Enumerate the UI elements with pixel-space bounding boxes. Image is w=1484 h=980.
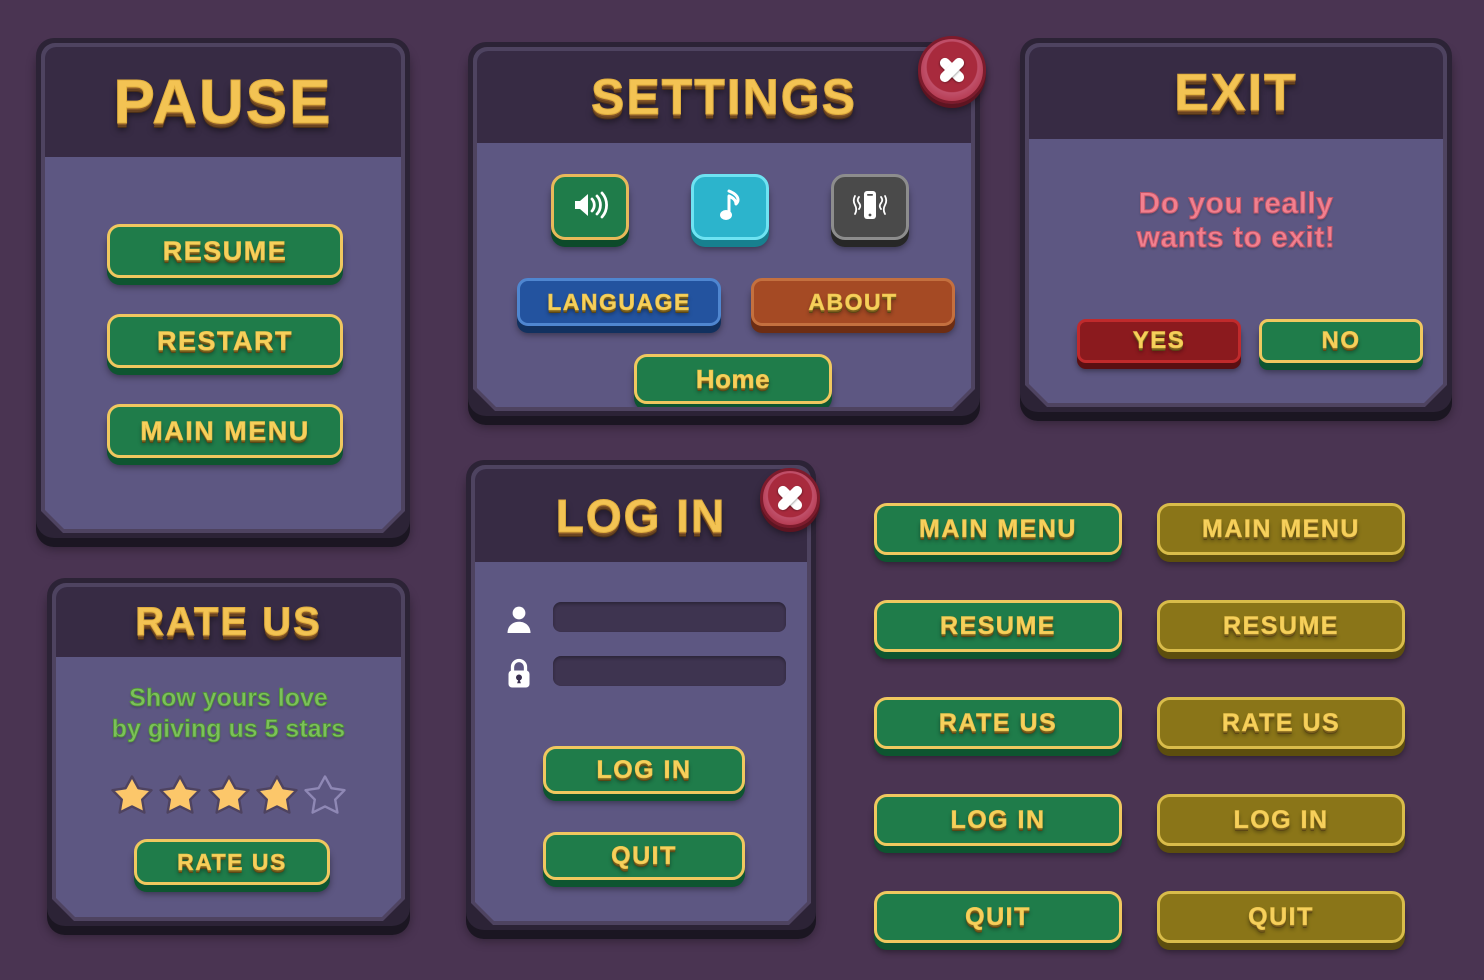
green-main-menu-button[interactable]: MAIN MENU [874,503,1122,555]
password-input[interactable] [553,656,786,686]
button-label: MAIN MENU [140,415,310,446]
panel-inner: RATE US Show yours love by giving us 5 s… [56,587,401,917]
exit-no-button[interactable]: NO [1259,319,1423,363]
pause-restart-button[interactable]: RESTART [107,314,343,368]
login-submit-button[interactable]: LOG IN [543,746,745,794]
button-label: LOG IN [596,755,692,784]
panel-inner: PAUSE RESUME RESTART MAIN MENU [45,47,401,529]
button-label: MAIN MENU [1202,514,1360,543]
settings-panel-body: LANGUAGE ABOUT Home [477,51,971,407]
pause-panel-body: RESUME RESTART MAIN MENU [45,47,401,529]
login-panel-body: LOG IN QUIT [475,469,807,921]
vibrate-toggle-button[interactable] [831,174,909,240]
green-button-column: MAIN MENU RESUME RATE US LOG IN QUIT [874,503,1122,943]
panel-inner: SETTINGS LANGUAGE ABOUT Home [477,51,971,407]
button-label: RESTART [157,325,293,356]
rate-us-button[interactable]: RATE US [134,839,330,885]
green-quit-button[interactable]: QUIT [874,891,1122,943]
rate-us-message-line1: Show yours love [129,684,328,712]
button-label: RATE US [1221,708,1341,737]
rate-us-panel: RATE US Show yours love by giving us 5 s… [47,578,410,926]
music-toggle-button[interactable] [691,174,769,240]
button-label: LANGUAGE [547,288,691,315]
rate-us-message: Show yours love by giving us 5 stars [56,683,401,745]
exit-message: Do you really wants to exit! [1029,187,1443,255]
button-label: RESUME [1223,611,1339,640]
exit-message-line2: wants to exit! [1136,221,1336,254]
pause-main-menu-button[interactable]: MAIN MENU [107,404,343,458]
star-rating[interactable] [56,772,401,821]
settings-close-button[interactable] [918,36,986,104]
lock-icon [502,656,536,690]
button-label: Home [695,363,771,394]
login-panel: LOG IN LOG IN QUIT [466,460,820,930]
green-resume-button[interactable]: RESUME [874,600,1122,652]
username-input[interactable] [553,602,786,632]
button-label: LOG IN [950,805,1046,834]
button-label: YES [1132,327,1186,354]
exit-yes-button[interactable]: YES [1077,319,1241,363]
vibrate-icon [850,188,890,227]
home-button[interactable]: Home [634,354,832,404]
ui-kit-canvas: PAUSE RESUME RESTART MAIN MENU RATE US S… [0,0,1484,980]
button-label: QUIT [1248,902,1314,931]
music-note-icon [717,188,743,227]
language-button[interactable]: LANGUAGE [517,278,721,326]
star-filled-3[interactable] [207,772,251,816]
olive-log-in-button[interactable]: LOG IN [1157,794,1405,846]
button-label: QUIT [611,841,677,870]
user-icon [502,602,536,636]
login-quit-button[interactable]: QUIT [543,832,745,880]
rate-us-panel-body: Show yours love by giving us 5 stars RAT… [56,587,401,917]
button-label: RATE US [177,848,287,875]
panel-inner: EXIT Do you really wants to exit! YES NO [1029,47,1443,403]
star-filled-2[interactable] [158,772,202,816]
star-filled-1[interactable] [110,772,154,816]
settings-panel: SETTINGS LANGUAGE ABOUT Home [468,36,986,416]
button-label: RESUME [162,235,288,266]
button-label: RESUME [940,611,1056,640]
olive-quit-button[interactable]: QUIT [1157,891,1405,943]
button-label: QUIT [965,902,1031,931]
green-log-in-button[interactable]: LOG IN [874,794,1122,846]
button-label: LOG IN [1233,805,1329,834]
exit-message-line1: Do you really [1138,187,1334,220]
button-label: RATE US [938,708,1058,737]
olive-resume-button[interactable]: RESUME [1157,600,1405,652]
star-filled-4[interactable] [255,772,299,816]
olive-main-menu-button[interactable]: MAIN MENU [1157,503,1405,555]
pause-resume-button[interactable]: RESUME [107,224,343,278]
olive-button-column: MAIN MENU RESUME RATE US LOG IN QUIT [1157,503,1405,943]
button-label: NO [1321,327,1361,354]
olive-rate-us-button[interactable]: RATE US [1157,697,1405,749]
sound-toggle-button[interactable] [551,174,629,240]
sound-icon [571,190,609,225]
close-icon [777,485,803,511]
about-button[interactable]: ABOUT [751,278,955,326]
star-empty-5[interactable] [303,772,347,816]
panel-inner: LOG IN LOG IN QUIT [475,469,807,921]
green-rate-us-button[interactable]: RATE US [874,697,1122,749]
close-icon [937,55,967,85]
button-label: MAIN MENU [919,514,1077,543]
button-label: ABOUT [808,288,898,315]
pause-panel: PAUSE RESUME RESTART MAIN MENU [36,38,410,538]
exit-panel-body: Do you really wants to exit! YES NO [1029,47,1443,403]
exit-panel: EXIT Do you really wants to exit! YES NO [1020,38,1452,412]
rate-us-message-line2: by giving us 5 stars [111,715,346,743]
login-close-button[interactable] [760,468,820,528]
